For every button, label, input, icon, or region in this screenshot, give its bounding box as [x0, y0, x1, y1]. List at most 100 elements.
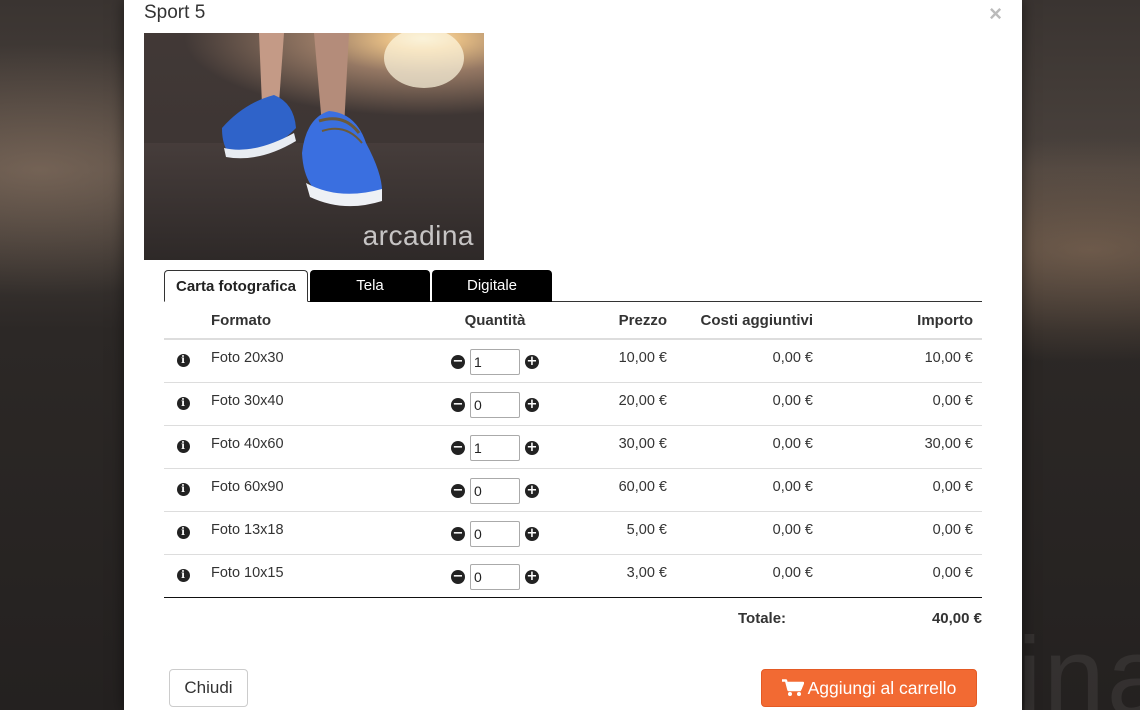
quantity-input[interactable] — [470, 477, 520, 504]
info-icon[interactable]: i — [176, 482, 190, 496]
tab-digitale[interactable]: Digitale — [432, 270, 552, 302]
increase-button[interactable]: + — [525, 397, 539, 412]
format-cell: Foto 20x30 — [202, 339, 410, 383]
amount-value: 0,00 € — [932, 392, 973, 409]
amount-value: 0,00 € — [932, 478, 973, 495]
format-cell: Foto 13x18 — [202, 511, 410, 555]
decrease-button[interactable]: − — [451, 354, 465, 369]
extra-cost-value: 0,00 € — [772, 521, 813, 538]
price-table: Formato Quantità Prezzo Costi aggiuntivi… — [164, 302, 982, 598]
header-info — [164, 302, 202, 340]
table-row: i Foto 20x30 − + 10,00 € 0,00 € 10,00 € — [164, 339, 982, 383]
amount-value: 0,00 € — [932, 521, 973, 538]
product-tabs: Carta fotografica Tela Digitale — [164, 270, 982, 302]
total-value: 40,00 € — [931, 610, 982, 627]
increase-button[interactable]: + — [525, 440, 539, 455]
quantity-stepper: − + — [451, 348, 539, 375]
info-icon[interactable]: i — [176, 396, 190, 410]
increase-button[interactable]: + — [525, 354, 539, 369]
price-cell: 20,00 € — [580, 382, 676, 426]
price-cell: 5,00 € — [580, 511, 676, 555]
info-cell: i — [164, 425, 202, 469]
extra-cost-cell: 0,00 € — [676, 382, 822, 426]
amount-cell: 10,00 € — [822, 339, 982, 383]
table-header-row: Formato Quantità Prezzo Costi aggiuntivi… — [164, 302, 982, 340]
decrease-button[interactable]: − — [451, 526, 465, 541]
increase-button[interactable]: + — [525, 483, 539, 498]
info-cell: i — [164, 382, 202, 426]
price-value: 5,00 € — [626, 521, 667, 538]
extra-cost-cell: 0,00 € — [676, 511, 822, 555]
quantity-stepper: − + — [451, 477, 539, 504]
decrease-button[interactable]: − — [451, 483, 465, 498]
price-value: 20,00 € — [618, 392, 667, 409]
format-label: Foto 20x30 — [211, 349, 284, 366]
add-to-cart-button[interactable]: Aggiungi al carrello — [761, 669, 977, 707]
increase-button[interactable]: + — [525, 526, 539, 541]
extra-cost-cell: 0,00 € — [676, 554, 822, 598]
shopping-cart-icon — [781, 679, 804, 696]
quantity-stepper: − + — [451, 391, 539, 418]
format-label: Foto 13x18 — [211, 521, 284, 538]
price-value: 30,00 € — [618, 435, 667, 452]
quantity-cell: − + — [410, 468, 580, 512]
info-cell: i — [164, 339, 202, 383]
quantity-input[interactable] — [470, 348, 520, 375]
tab-tela[interactable]: Tela — [310, 270, 430, 302]
quantity-stepper: − + — [451, 563, 539, 590]
amount-cell: 0,00 € — [822, 382, 982, 426]
quantity-input[interactable] — [470, 520, 520, 547]
format-label: Foto 40x60 — [211, 435, 284, 452]
decrease-button[interactable]: − — [451, 569, 465, 584]
amount-value: 0,00 € — [932, 564, 973, 581]
tab-carta-fotografica[interactable]: Carta fotografica — [164, 270, 308, 302]
total-label: Totale: — [738, 610, 787, 627]
format-cell: Foto 60x90 — [202, 468, 410, 512]
price-value: 3,00 € — [626, 564, 667, 581]
price-table-wrapper: Formato Quantità Prezzo Costi aggiuntivi… — [164, 302, 982, 598]
info-icon[interactable]: i — [176, 525, 190, 539]
amount-value: 30,00 € — [924, 435, 973, 452]
total-row: Totale: 40,00 € — [164, 608, 982, 632]
format-cell: Foto 30x40 — [202, 382, 410, 426]
price-value: 10,00 € — [618, 349, 667, 366]
info-icon[interactable]: i — [176, 568, 190, 582]
amount-cell: 0,00 € — [822, 511, 982, 555]
quantity-cell: − + — [410, 554, 580, 598]
table-row: i Foto 10x15 − + 3,00 € 0,00 € 0,00 € — [164, 554, 982, 598]
increase-button[interactable]: + — [525, 569, 539, 584]
info-icon[interactable]: i — [176, 439, 190, 453]
extra-cost-value: 0,00 € — [772, 392, 813, 409]
close-button[interactable]: Chiudi — [169, 669, 248, 707]
table-row: i Foto 13x18 − + 5,00 € 0,00 € 0,00 € — [164, 511, 982, 555]
amount-cell: 30,00 € — [822, 425, 982, 469]
format-label: Foto 30x40 — [211, 392, 284, 409]
backdrop-watermark: ina — [1017, 615, 1140, 710]
close-icon[interactable]: × — [989, 3, 1002, 25]
extra-cost-value: 0,00 € — [772, 478, 813, 495]
table-row: i Foto 30x40 − + 20,00 € 0,00 € 0,00 € — [164, 382, 982, 426]
info-cell: i — [164, 511, 202, 555]
decrease-button[interactable]: − — [451, 397, 465, 412]
price-cell: 10,00 € — [580, 339, 676, 383]
modal-title: Sport 5 — [144, 2, 206, 23]
format-cell: Foto 10x15 — [202, 554, 410, 598]
quantity-cell: − + — [410, 425, 580, 469]
extra-cost-value: 0,00 € — [772, 349, 813, 366]
amount-value: 10,00 € — [924, 349, 973, 366]
quantity-input[interactable] — [470, 391, 520, 418]
extra-cost-cell: 0,00 € — [676, 468, 822, 512]
amount-cell: 0,00 € — [822, 554, 982, 598]
format-label: Foto 60x90 — [211, 478, 284, 495]
header-format: Formato — [202, 302, 410, 340]
quantity-cell: − + — [410, 382, 580, 426]
quantity-stepper: − + — [451, 520, 539, 547]
quantity-input[interactable] — [470, 563, 520, 590]
add-to-cart-label: Aggiungi al carrello — [807, 677, 957, 698]
quantity-cell: − + — [410, 511, 580, 555]
header-quantity: Quantità — [410, 302, 580, 340]
header-extra-costs: Costi aggiuntivi — [676, 302, 822, 340]
info-icon[interactable]: i — [176, 353, 190, 367]
quantity-input[interactable] — [470, 434, 520, 461]
decrease-button[interactable]: − — [451, 440, 465, 455]
